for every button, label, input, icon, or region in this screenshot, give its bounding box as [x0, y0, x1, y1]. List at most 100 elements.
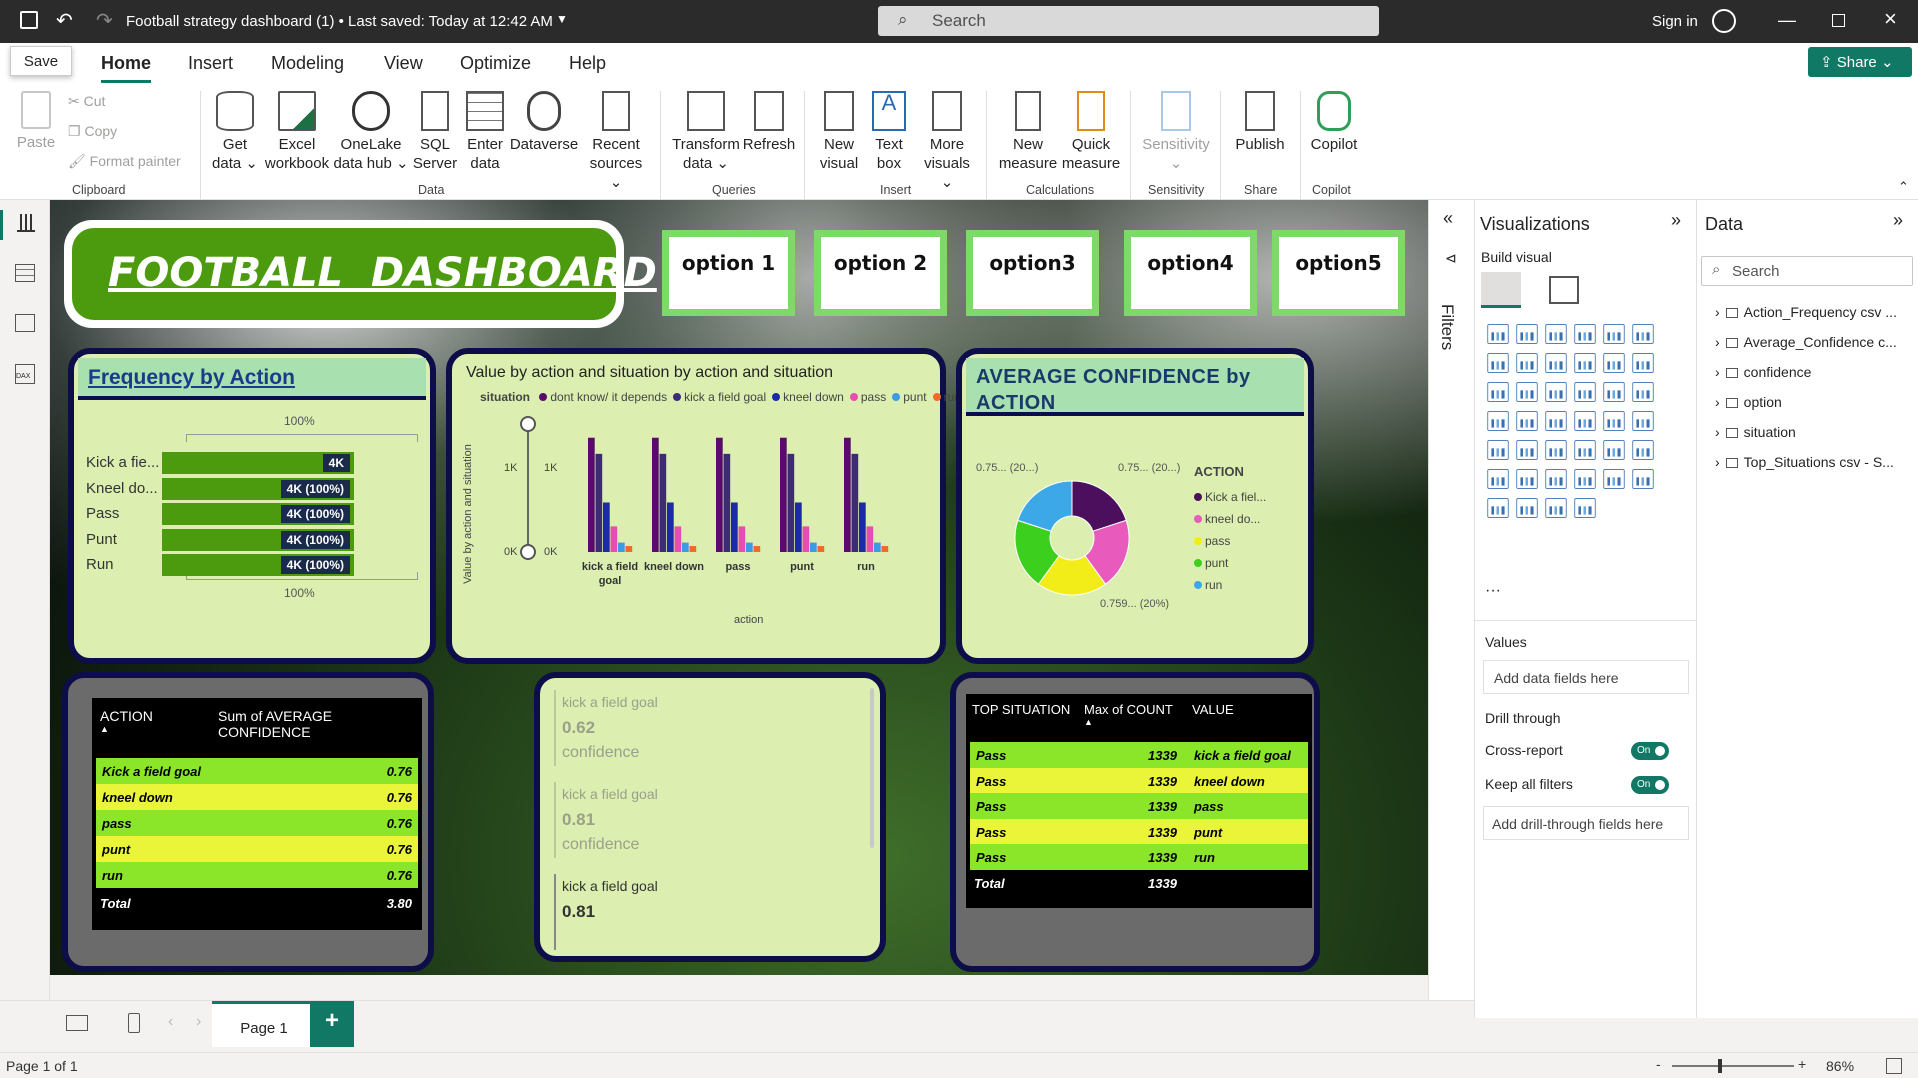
- value-bar[interactable]: [667, 502, 674, 552]
- collapse-data-icon[interactable]: »: [1893, 210, 1903, 231]
- next-page-icon[interactable]: ›: [196, 1013, 201, 1031]
- legend-item[interactable]: pass: [849, 390, 886, 404]
- freq-bar[interactable]: 4K (100%): [162, 554, 354, 576]
- cut-button[interactable]: ✂ Cut: [68, 93, 105, 110]
- format-painter-button[interactable]: 🖌 Format painter: [68, 153, 181, 170]
- waterfall-visual-icon[interactable]: [1603, 353, 1625, 373]
- value-bar[interactable]: [787, 453, 795, 552]
- clustered-bar-visual-icon[interactable]: [1545, 324, 1567, 344]
- redo-icon[interactable]: ↷: [96, 8, 113, 33]
- fit-page-icon[interactable]: [1886, 1058, 1902, 1074]
- value-bar[interactable]: [780, 437, 787, 552]
- line-stacked-visual-icon[interactable]: [1487, 382, 1509, 402]
- data-search-input[interactable]: ⌕ Search: [1701, 256, 1913, 286]
- filters-pane-collapsed[interactable]: « ⊲ Filters: [1428, 200, 1474, 1018]
- legend-item[interactable]: kick a field goal: [673, 390, 766, 404]
- expand-filters-icon[interactable]: «: [1443, 208, 1453, 229]
- new-visual-button[interactable]: New visual: [816, 91, 862, 173]
- scatter-visual-icon[interactable]: [1545, 382, 1567, 402]
- pie-visual-icon[interactable]: [1574, 382, 1596, 402]
- conf-table-row[interactable]: punt 0.76: [96, 836, 418, 862]
- data-table-item[interactable]: › Action_Frequency csv ...: [1715, 304, 1897, 320]
- value-bar[interactable]: [723, 453, 731, 552]
- pie-legend-item[interactable]: Kick a fiel...: [1194, 490, 1266, 504]
- top-header-value[interactable]: VALUE: [1192, 702, 1234, 717]
- option-3-button[interactable]: option3: [966, 230, 1099, 316]
- sensitivity-button[interactable]: Sensitivity ⌄: [1138, 91, 1214, 173]
- top-table-row[interactable]: Pass 1339 run: [970, 844, 1308, 870]
- mobile-layout-icon[interactable]: [128, 1013, 140, 1033]
- model-view-icon[interactable]: [15, 314, 35, 332]
- sql-server-button[interactable]: SQL Server: [412, 91, 458, 173]
- account-icon[interactable]: [1712, 9, 1736, 33]
- paginated-visual-icon[interactable]: [1603, 469, 1625, 489]
- card-visual-icon[interactable]: [1603, 411, 1625, 431]
- refresh-button[interactable]: Refresh: [740, 91, 798, 154]
- confidence-cards-panel[interactable]: kick a field goal 0.62 confidence kick a fi…: [534, 672, 886, 962]
- dataverse-button[interactable]: Dataverse: [508, 91, 580, 154]
- prev-page-icon[interactable]: ‹: [168, 1013, 173, 1031]
- value-bar[interactable]: [652, 437, 659, 552]
- sign-in-link[interactable]: Sign in: [1652, 13, 1698, 30]
- stacked-bar-visual-icon[interactable]: [1487, 324, 1509, 344]
- goals-visual-icon[interactable]: [1632, 469, 1654, 489]
- value-bar[interactable]: [738, 526, 746, 552]
- value-bar[interactable]: [795, 502, 802, 552]
- report-view-icon[interactable]: [0, 210, 50, 240]
- new-measure-button[interactable]: New measure: [996, 91, 1060, 173]
- close-icon[interactable]: ×: [1884, 6, 1897, 32]
- range-slider-track[interactable]: [527, 424, 529, 552]
- tab-modeling[interactable]: Modeling: [271, 53, 344, 74]
- data-table-item[interactable]: › confidence: [1715, 364, 1811, 380]
- dax-query-icon[interactable]: DAX: [15, 364, 35, 384]
- funnel-visual-icon[interactable]: [1516, 382, 1538, 402]
- filters-label[interactable]: Filters: [1437, 304, 1457, 350]
- value-bar[interactable]: [618, 542, 625, 552]
- more-visuals-ellipsis[interactable]: ···: [1485, 582, 1501, 600]
- expand-chevron-icon[interactable]: ›: [1715, 334, 1720, 350]
- table-view-icon[interactable]: [15, 264, 35, 282]
- power-apps-visual-icon[interactable]: [1487, 498, 1509, 518]
- drill-through-well[interactable]: Add drill-through fields here: [1483, 806, 1689, 840]
- value-bar[interactable]: [625, 546, 633, 552]
- zoom-out-icon[interactable]: -: [1656, 1056, 1661, 1072]
- gauge-visual-icon[interactable]: [1574, 411, 1596, 431]
- legend-item[interactable]: dont know/ it depends: [539, 390, 667, 404]
- r-visual-visual-icon[interactable]: [1603, 440, 1625, 460]
- python-visual-icon[interactable]: [1632, 440, 1654, 460]
- azure-map-visual-icon[interactable]: [1545, 411, 1567, 431]
- expand-chevron-icon[interactable]: ›: [1715, 304, 1720, 320]
- minimize-icon[interactable]: —: [1778, 10, 1796, 31]
- option-2-button[interactable]: option 2: [814, 230, 947, 316]
- frequency-panel[interactable]: Frequency by Action 100% 100% Kick a fie…: [68, 348, 436, 664]
- text-box-button[interactable]: A Text box: [866, 91, 912, 173]
- value-bar[interactable]: [881, 546, 889, 552]
- shape-map-visual-icon[interactable]: [1545, 498, 1567, 518]
- value-bar[interactable]: [595, 453, 603, 552]
- build-visual-tab-icon[interactable]: [1481, 272, 1521, 308]
- range-slider-top-handle[interactable]: [520, 416, 536, 432]
- zoom-slider[interactable]: [1672, 1065, 1794, 1067]
- data-table-item[interactable]: › Top_Situations csv - S...: [1715, 454, 1894, 470]
- decomp-tree-visual-icon[interactable]: [1516, 469, 1538, 489]
- value-bar[interactable]: [682, 542, 689, 552]
- values-well[interactable]: Add data fields here: [1483, 660, 1689, 694]
- map-visual-icon[interactable]: [1487, 411, 1509, 431]
- page-1-tab[interactable]: Page 1: [212, 1001, 316, 1047]
- pie-legend-item[interactable]: run: [1194, 578, 1222, 592]
- pie-legend-item[interactable]: punt: [1194, 556, 1228, 570]
- data-table-item[interactable]: › option: [1715, 394, 1782, 410]
- onelake-button[interactable]: OneLake data hub ⌄: [332, 91, 410, 173]
- value-bar[interactable]: [689, 546, 697, 552]
- line-column-visual-icon[interactable]: [1632, 353, 1654, 373]
- top-table-row[interactable]: Pass 1339 kneel down: [970, 767, 1308, 794]
- enter-data-button[interactable]: Enter data: [462, 91, 508, 173]
- format-visual-tab-icon[interactable]: [1549, 276, 1579, 304]
- clustered-column-visual-icon[interactable]: [1574, 324, 1596, 344]
- legend-item[interactable]: punt: [892, 390, 927, 404]
- value-bar[interactable]: [610, 526, 618, 552]
- value-bar[interactable]: [716, 437, 723, 552]
- value-bar[interactable]: [731, 502, 738, 552]
- stacked-column-visual-icon[interactable]: [1516, 324, 1538, 344]
- freq-bar[interactable]: 4K (100%): [162, 477, 354, 500]
